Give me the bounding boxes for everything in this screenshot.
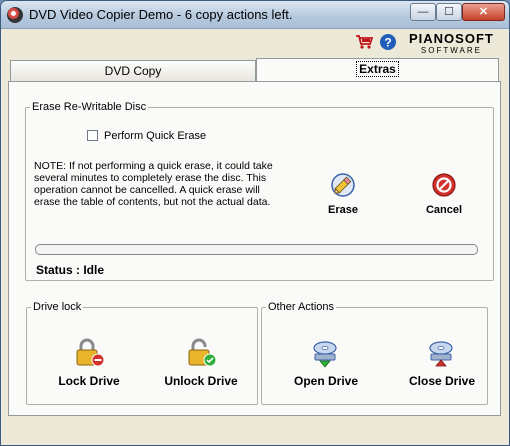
lock-drive-label: Lock Drive	[58, 374, 120, 388]
tab-extras[interactable]: Extras	[256, 58, 499, 81]
unlock-drive-label: Unlock Drive	[164, 374, 238, 388]
quick-erase-label: Perform Quick Erase	[104, 130, 207, 142]
app-disc-icon	[7, 7, 23, 23]
erase-progress-bar	[35, 244, 478, 255]
brand-tagline: SOFTWARE	[420, 46, 482, 55]
lock-drive-button[interactable]: Lock Drive	[41, 338, 137, 388]
extras-panel: Erase Re-Writable Disc Perform Quick Era…	[8, 81, 501, 416]
padlock-locked-icon	[76, 338, 105, 367]
eject-open-icon	[313, 341, 337, 368]
cancel-button-label: Cancel	[425, 204, 463, 216]
quick-erase-checkbox[interactable]	[87, 130, 98, 141]
cancel-icon	[432, 173, 456, 197]
pencil-eraser-icon	[331, 173, 355, 197]
eject-close-icon	[429, 341, 453, 367]
erase-group-label: Erase Re-Writable Disc	[30, 101, 149, 113]
erase-button-label: Erase	[328, 204, 358, 216]
brand-logo: PIANOSOFT SOFTWARE	[409, 31, 494, 56]
quick-erase-option[interactable]: Perform Quick Erase	[87, 130, 206, 142]
padlock-unlocked-icon	[188, 338, 217, 367]
window-title: DVD Video Copier Demo - 6 copy actions l…	[29, 7, 293, 22]
unlock-drive-button[interactable]: Unlock Drive	[153, 338, 249, 388]
app-window: DVD Video Copier Demo - 6 copy actions l…	[0, 0, 510, 446]
erase-note: NOTE: If not performing a quick erase, i…	[34, 160, 273, 208]
close-window-button[interactable]: ✕	[462, 3, 505, 21]
tab-extras-label: Extras	[356, 61, 399, 77]
erase-button[interactable]: Erase	[318, 172, 368, 216]
brand-name: PIANOSOFT	[409, 31, 494, 46]
close-drive-label: Close Drive	[408, 374, 476, 388]
other-actions-group-label: Other Actions	[266, 301, 337, 313]
minimize-button[interactable]: —	[410, 3, 436, 21]
open-drive-label: Open Drive	[293, 374, 359, 388]
drive-lock-group: Drive lock Lock Drive Unlock Drive	[26, 301, 258, 405]
svg-text:?: ?	[384, 36, 391, 50]
tab-dvd-copy[interactable]: DVD Copy	[10, 60, 256, 82]
erase-group: Erase Re-Writable Disc Perform Quick Era…	[25, 101, 494, 281]
help-icon[interactable]: ?	[379, 33, 397, 51]
open-drive-button[interactable]: Open Drive	[278, 338, 374, 388]
drive-lock-group-label: Drive lock	[31, 301, 84, 313]
other-actions-group: Other Actions Open Drive Close Drive	[261, 301, 490, 405]
close-drive-button[interactable]: Close Drive	[394, 338, 490, 388]
erase-status: Status : Idle	[36, 263, 105, 277]
cart-icon[interactable]	[355, 34, 373, 50]
maximize-button[interactable]: ☐	[436, 3, 462, 21]
cancel-button[interactable]: Cancel	[419, 172, 469, 216]
title-bar[interactable]: DVD Video Copier Demo - 6 copy actions l…	[1, 1, 509, 29]
